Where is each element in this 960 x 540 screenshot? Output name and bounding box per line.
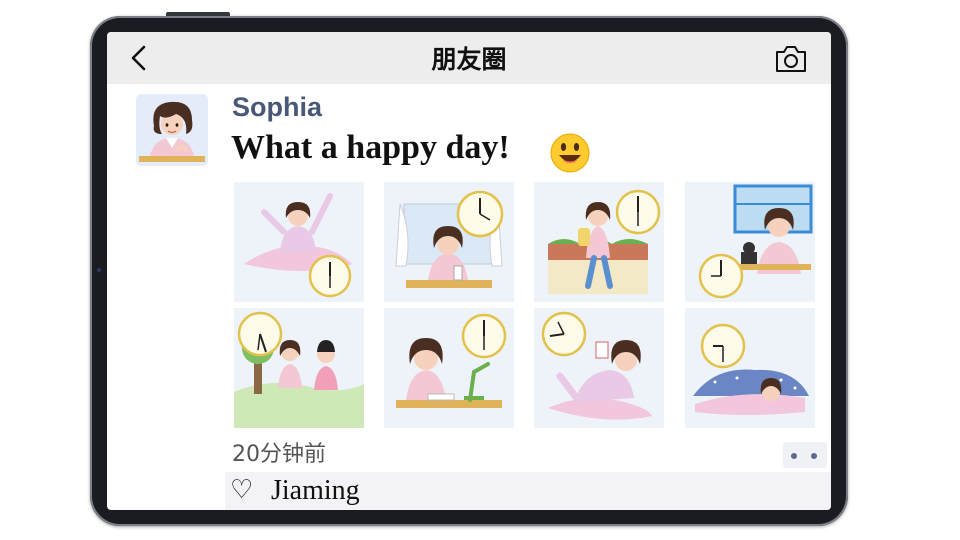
camera-icon[interactable] [774,44,808,74]
walking-to-school-illustration [534,182,664,302]
photo-thumbnail[interactable] [384,182,514,302]
more-actions-button[interactable] [783,442,827,468]
top-bar: 朋友圈 [107,32,831,84]
tablet-camera-dot [97,268,101,272]
breakfast-illustration [384,182,514,302]
sleeping-illustration [685,308,815,428]
liker-name[interactable]: Jiaming [271,475,360,507]
moments-screen: 朋友圈 Sophia What a happy day! 20分钟前 ♡ Jia… [107,32,831,510]
homework-illustration [384,308,514,428]
at-school-illustration [685,182,815,302]
more-dot-icon [811,453,817,459]
relaxing-illustration [534,308,664,428]
post-timestamp: 20分钟前 [232,442,326,467]
likes-bar: ♡ Jiaming [225,472,831,510]
photo-thumbnail[interactable] [534,308,664,428]
photo-thumbnail[interactable] [685,182,815,302]
page-title: 朋友圈 [431,45,507,74]
avatar-illustration [136,94,208,166]
author-name[interactable]: Sophia [232,92,322,123]
photo-thumbnail[interactable] [534,182,664,302]
waking-up-illustration [234,182,364,302]
smiling-face-icon [550,133,590,173]
more-dot-icon [791,453,797,459]
photo-thumbnail[interactable] [234,308,364,428]
back-icon[interactable] [125,43,155,73]
avatar[interactable] [136,94,208,166]
heart-outline-icon: ♡ [230,475,254,505]
photo-thumbnail[interactable] [384,308,514,428]
tablet-power-button [166,12,230,16]
post-text: What a happy day! [231,129,510,166]
photo-thumbnail[interactable] [234,182,364,302]
photo-thumbnail[interactable] [685,308,815,428]
playing-outside-illustration [234,308,364,428]
